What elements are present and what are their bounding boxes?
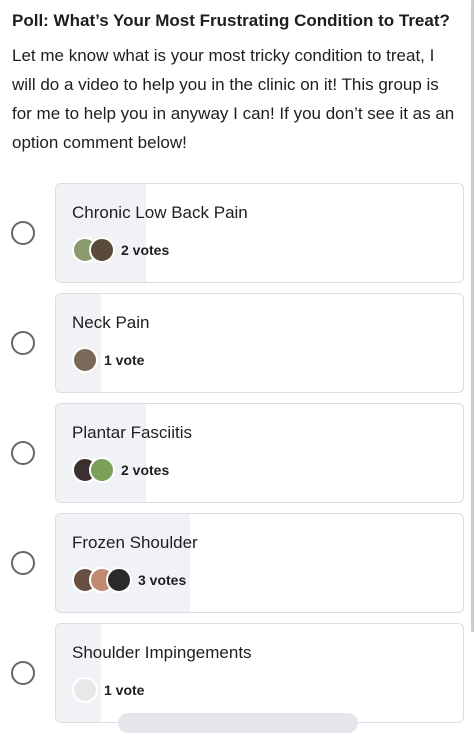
poll-post: Poll: What’s Your Most Frustrating Condi… <box>12 10 462 157</box>
poll-description: Let me know what is your most tricky con… <box>12 46 455 152</box>
voters[interactable]: 1 vote <box>72 676 447 704</box>
voters[interactable]: 1 vote <box>72 346 447 374</box>
option-label: Shoulder Impingements <box>72 643 252 662</box>
comment-bar[interactable] <box>118 713 358 733</box>
vote-count[interactable]: 1 vote <box>104 682 144 698</box>
option-label: Neck Pain <box>72 313 150 332</box>
option-radio-button[interactable] <box>11 221 35 245</box>
voters[interactable]: 3 votes <box>72 566 447 594</box>
voter-avatar[interactable] <box>89 457 115 483</box>
voter-avatar[interactable] <box>106 567 132 593</box>
vote-count[interactable]: 3 votes <box>138 572 186 588</box>
voters[interactable]: 2 votes <box>72 456 447 484</box>
voter-avatar[interactable] <box>72 677 98 703</box>
poll-option[interactable]: Frozen Shoulder 3 votes <box>0 513 476 613</box>
option-label: Frozen Shoulder <box>72 533 198 552</box>
option-card[interactable]: Chronic Low Back Pain 2 votes <box>55 183 464 283</box>
voter-avatar[interactable] <box>72 347 98 373</box>
option-radio-button[interactable] <box>11 441 35 465</box>
poll-title: Poll: What’s Your Most Frustrating Condi… <box>12 11 450 30</box>
voter-avatar[interactable] <box>89 237 115 263</box>
option-card[interactable]: Neck Pain 1 vote <box>55 293 464 393</box>
option-radio-button[interactable] <box>11 331 35 355</box>
vote-count[interactable]: 2 votes <box>121 242 169 258</box>
poll-option[interactable]: Chronic Low Back Pain 2 votes <box>0 183 476 283</box>
option-label: Chronic Low Back Pain <box>72 203 248 222</box>
vote-count[interactable]: 1 vote <box>104 352 144 368</box>
poll-option[interactable]: Neck Pain 1 vote <box>0 293 476 393</box>
poll-options: Chronic Low Back Pain 2 votes Neck Pain 1 v… <box>0 183 476 733</box>
option-card[interactable]: Frozen Shoulder 3 votes <box>55 513 464 613</box>
option-radio-button[interactable] <box>11 551 35 575</box>
vote-count[interactable]: 2 votes <box>121 462 169 478</box>
option-radio-button[interactable] <box>11 661 35 685</box>
voters[interactable]: 2 votes <box>72 236 447 264</box>
poll-option[interactable]: Shoulder Impingements 1 vote <box>0 623 476 723</box>
option-label: Plantar Fasciitis <box>72 423 192 442</box>
option-card[interactable]: Plantar Fasciitis 2 votes <box>55 403 464 503</box>
poll-option[interactable]: Plantar Fasciitis 2 votes <box>0 403 476 503</box>
option-card[interactable]: Shoulder Impingements 1 vote <box>55 623 464 723</box>
